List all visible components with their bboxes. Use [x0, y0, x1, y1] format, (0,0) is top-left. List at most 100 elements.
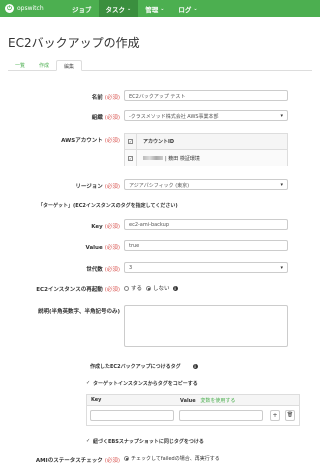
nav-item-label: ログ: [178, 5, 192, 14]
org-label: 組織 (必須): [40, 113, 120, 121]
org-select[interactable]: -クラスメソッド株式会社 AWS事業本部 ▾: [124, 110, 288, 121]
key-label-text: Key: [91, 224, 103, 230]
name-label: 名前 (必須): [40, 93, 120, 101]
nav-item-admin[interactable]: 管理 ⌄: [138, 0, 171, 17]
description-label: 説明(半角英数字、半角記号のみ): [37, 309, 120, 315]
tab-bar: 一覧 作成 編集: [8, 60, 312, 71]
region-label-text: リージョン: [75, 184, 103, 190]
reboot-options: する しない i: [124, 284, 178, 292]
required-mark: (必須): [104, 115, 120, 121]
generations-label-text: 世代数: [86, 267, 103, 273]
generations-select[interactable]: 3 ▾: [124, 262, 288, 273]
reboot-yes-radio[interactable]: [124, 285, 129, 291]
org-label-text: 組織: [91, 115, 103, 121]
org-select-value: -クラスメソッド株式会社 AWS事業本部: [129, 114, 219, 120]
dropdown-arrow-icon: ▾: [280, 113, 283, 119]
tab-edit[interactable]: 編集: [56, 60, 83, 71]
reboot-no-label[interactable]: しない: [153, 284, 170, 292]
name-label-text: 名前: [91, 95, 103, 101]
target-value-input[interactable]: true: [124, 240, 288, 251]
logo[interactable]: ⏻ opswitch: [5, 4, 65, 13]
ami-status-option-label[interactable]: チェックしてfailedの場合、再実行する: [131, 455, 220, 462]
required-mark: (必須): [104, 138, 120, 144]
tag-table-header: Key Value 変数を使用する: [87, 395, 299, 406]
value-label-text: Value: [85, 245, 103, 251]
tag-value-input[interactable]: [179, 410, 263, 421]
aws-account-row-text: | 薮田 検証環境: [137, 155, 200, 162]
required-mark: (必須): [104, 458, 120, 464]
tag-value-header-text: Value: [180, 397, 196, 404]
ami-status-options: チェックしてfailedの場合、再実行する: [124, 455, 220, 462]
info-icon[interactable]: i: [192, 364, 198, 369]
aws-account-header-row: ✓ アカウントID: [125, 134, 287, 150]
logo-text: opswitch: [17, 5, 44, 12]
checkbox-checked-icon[interactable]: ✓: [128, 139, 133, 144]
value-label: Value (必須): [40, 243, 121, 251]
nav-item-logs[interactable]: ログ ⌄: [171, 0, 204, 17]
select-all-checkbox-cell[interactable]: ✓: [125, 134, 137, 149]
reboot-label-text: EC2インスタンスの再起動: [36, 287, 103, 293]
account-checkbox-cell[interactable]: ✓: [125, 150, 137, 166]
nav-item-label: ジョブ: [72, 5, 92, 14]
dropdown-arrow-icon: ▾: [280, 265, 283, 271]
name-input-value: EC2バックアップ テスト: [129, 94, 186, 100]
ebs-tag-label: 紐づくEBSスナップショットに同じタグをつける: [93, 439, 204, 445]
checkbox-checked-icon[interactable]: ✓: [86, 381, 91, 386]
target-note: 「ターゲット」(EC2インスタンスのタグを指定してください): [38, 203, 178, 209]
required-mark: (必須): [104, 287, 120, 293]
ami-status-label-text: AMIのステータスチェック: [35, 458, 103, 464]
tab-create[interactable]: 作成: [32, 60, 56, 71]
reboot-yes-label[interactable]: する: [131, 284, 142, 292]
required-mark: (必須): [104, 267, 120, 273]
chevron-down-icon: ⌄: [127, 5, 132, 12]
target-key-value: ec2-ami-backup: [129, 222, 170, 228]
tab-list[interactable]: 一覧: [8, 60, 32, 71]
required-mark: (必須): [104, 95, 120, 101]
generations-label: 世代数 (必須): [40, 265, 120, 273]
aws-account-label: AWSアカウント (必須): [20, 136, 120, 144]
generations-select-value: 3: [129, 265, 133, 271]
dropdown-arrow-icon: ▾: [280, 182, 283, 188]
trash-icon: 🗑: [286, 412, 294, 418]
checkbox-checked-icon[interactable]: ✓: [128, 155, 133, 161]
copy-tags-label: ターゲットインスタンスからタグをコピーする: [93, 381, 198, 387]
ebs-tag-option[interactable]: ✓ 紐づくEBSスナップショットに同じタグをつける: [86, 438, 204, 446]
aws-account-name: | 薮田 検証環境: [165, 155, 200, 162]
delete-tag-button[interactable]: 🗑: [285, 410, 295, 421]
region-label: リージョン (必須): [40, 182, 120, 190]
reboot-label: EC2インスタンスの再起動 (必須): [10, 285, 120, 293]
chevron-down-icon: ⌄: [193, 5, 198, 12]
tag-row: + 🗑: [87, 406, 299, 426]
add-tag-button[interactable]: +: [270, 410, 280, 421]
page-title: EC2バックアップの作成: [8, 36, 140, 50]
opswitch-logo-icon: ⏻: [5, 4, 14, 13]
aws-account-label-text: AWSアカウント: [61, 138, 103, 144]
use-variable-link[interactable]: 変数を使用する: [200, 398, 235, 404]
nav-item-label: タスク: [105, 5, 126, 14]
info-icon[interactable]: i: [172, 285, 178, 291]
plus-icon: +: [272, 412, 278, 419]
chevron-down-icon: ⌄: [160, 5, 165, 12]
required-mark: (必須): [104, 245, 120, 251]
redacted-account-id: [143, 156, 163, 160]
aws-account-row[interactable]: ✓ | 薮田 検証環境: [125, 150, 287, 166]
required-mark: (必須): [104, 224, 120, 230]
top-nav: ⏻ opswitch ジョブ タスク ⌄ 管理 ⌄ ログ ⌄: [0, 0, 320, 17]
description-textarea[interactable]: [124, 305, 288, 347]
nav-item-label: 管理: [145, 5, 159, 14]
nav-item-jobs[interactable]: ジョブ: [65, 0, 99, 17]
tag-key-input[interactable]: [90, 410, 174, 421]
tag-table: Key Value 変数を使用する + 🗑: [86, 394, 300, 426]
target-key-input[interactable]: ec2-ami-backup: [124, 219, 288, 230]
region-select[interactable]: アジアパシフィック (東京) ▾: [124, 179, 288, 190]
ami-status-radio[interactable]: [124, 456, 129, 461]
ami-status-label: AMIのステータスチェック (必須): [10, 456, 120, 464]
nav-item-tasks[interactable]: タスク ⌄: [98, 0, 139, 17]
reboot-no-radio[interactable]: [146, 285, 152, 291]
copy-tags-option[interactable]: ✓ ターゲットインスタンスからタグをコピーする: [86, 380, 198, 388]
aws-account-table: ✓ アカウントID ✓ | 薮田 検証環境: [124, 133, 288, 166]
tag-key-header: Key: [91, 397, 102, 403]
checkbox-checked-icon[interactable]: ✓: [86, 439, 91, 444]
tag-value-header: Value 変数を使用する: [178, 397, 235, 404]
name-input[interactable]: EC2バックアップ テスト: [124, 90, 288, 101]
